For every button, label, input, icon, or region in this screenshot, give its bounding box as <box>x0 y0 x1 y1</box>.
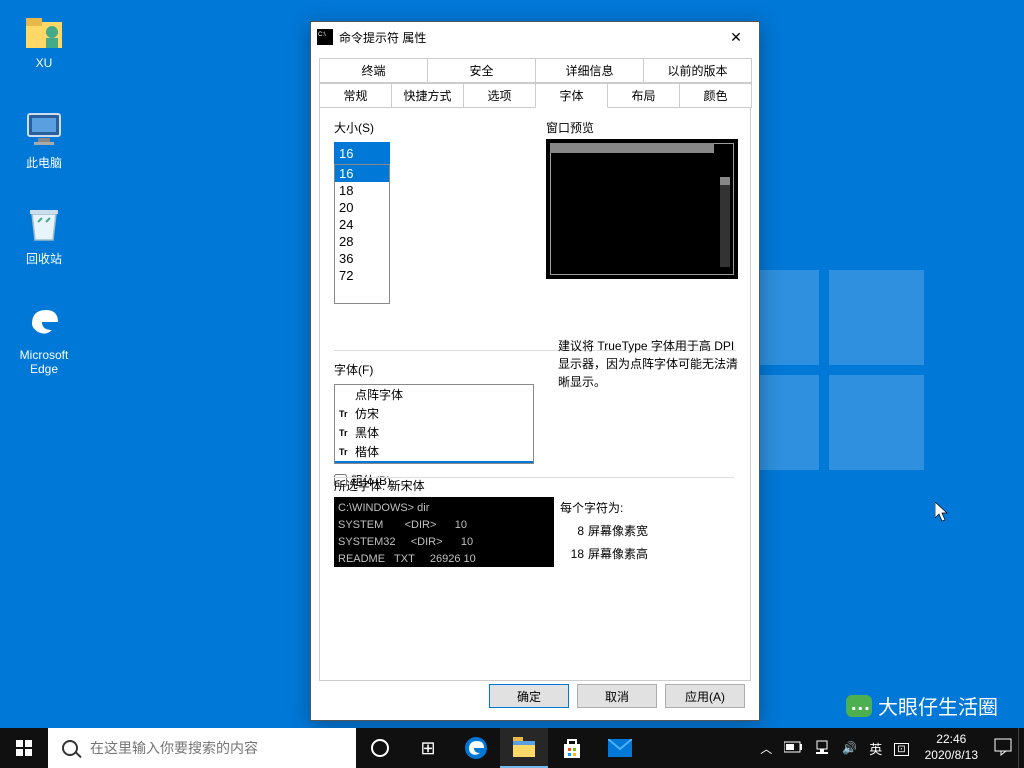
network-icon <box>814 740 830 754</box>
font-option[interactable]: Tr楷体 <box>335 442 533 461</box>
taskbar-clock[interactable]: 22:46 2020/8/13 <box>915 732 988 763</box>
taskbar-mail[interactable] <box>596 728 644 768</box>
desktop-icon-label: 回收站 <box>6 250 82 267</box>
show-desktop-button[interactable] <box>1018 728 1024 768</box>
tray-network[interactable] <box>808 740 836 757</box>
computer-icon <box>22 106 66 150</box>
size-option[interactable]: 36 <box>335 250 389 267</box>
titlebar[interactable]: 命令提示符 属性 ✕ <box>311 22 759 52</box>
tab-colors[interactable]: 颜色 <box>679 83 752 108</box>
start-button[interactable] <box>0 728 48 768</box>
task-view-icon: ⊞ <box>420 738 435 759</box>
size-option[interactable]: 28 <box>335 233 389 250</box>
size-option[interactable]: 18 <box>335 182 389 199</box>
size-listbox[interactable]: 16 18 20 24 28 36 72 <box>334 164 390 304</box>
clock-time: 22:46 <box>925 732 978 748</box>
tab-shortcut[interactable]: 快捷方式 <box>391 83 464 108</box>
search-icon <box>62 740 78 756</box>
size-option[interactable]: 20 <box>335 199 389 216</box>
ime-mode-icon: ⊡ <box>894 743 908 756</box>
tray-chevron-up[interactable]: ︿ <box>754 740 778 757</box>
desktop-icon-label: XU <box>6 56 82 70</box>
tray-volume[interactable]: 🔊 <box>836 741 863 755</box>
desktop-icon-label: 此电脑 <box>6 154 82 171</box>
tray-ime[interactable]: 英 <box>863 739 888 758</box>
tab-panel-font: 大小(S) 16 18 20 24 28 36 72 窗口预览 <box>319 107 751 681</box>
tab-font[interactable]: 字体 <box>535 83 608 108</box>
circle-icon <box>371 739 389 757</box>
tab-details[interactable]: 详细信息 <box>535 58 644 83</box>
font-option[interactable]: Tr新宋体 <box>335 461 533 464</box>
tab-previous-versions[interactable]: 以前的版本 <box>643 58 752 83</box>
notification-icon <box>994 738 1012 756</box>
taskbar-store[interactable] <box>548 728 596 768</box>
desktop-icon-edge[interactable]: Microsoft Edge <box>6 300 82 377</box>
taskbar: ⊞ ︿ 🔊 英 ⊡ 22:46 2020/8/13 <box>0 728 1024 768</box>
window-preview <box>546 139 738 279</box>
font-sample-preview: C:\WINDOWS> dir SYSTEM <DIR> 10 SYSTEM32… <box>334 497 554 567</box>
tab-row-2: 常规 快捷方式 选项 字体 布局 颜色 <box>319 83 751 108</box>
tray-battery[interactable] <box>778 741 808 756</box>
tab-container: 终端 安全 详细信息 以前的版本 常规 快捷方式 选项 字体 布局 颜色 大小(… <box>311 52 759 681</box>
tab-row-1: 终端 安全 详细信息 以前的版本 <box>319 58 751 83</box>
mouse-cursor <box>935 502 951 527</box>
cortana-button[interactable] <box>356 728 404 768</box>
mail-icon <box>608 739 632 757</box>
search-input[interactable] <box>90 740 330 756</box>
font-option[interactable]: Tr黑体 <box>335 423 533 442</box>
apply-button[interactable]: 应用(A) <box>665 684 745 708</box>
preview-label: 窗口预览 <box>546 119 594 136</box>
close-button[interactable]: ✕ <box>713 22 759 52</box>
wechat-icon <box>846 695 872 717</box>
chevron-up-icon: ︿ <box>760 742 772 756</box>
properties-dialog: 命令提示符 属性 ✕ 终端 安全 详细信息 以前的版本 常规 快捷方式 选项 字… <box>310 21 760 721</box>
size-label: 大小(S) <box>334 119 736 136</box>
char-dimensions: 每个字符为: 8屏幕像素宽 18屏幕像素高 <box>560 497 648 565</box>
font-listbox[interactable]: 点阵字体 Tr仿宋 Tr黑体 Tr楷体 Tr新宋体 <box>334 384 534 464</box>
taskbar-search[interactable] <box>48 728 356 768</box>
font-option[interactable]: Tr仿宋 <box>335 404 533 423</box>
size-option[interactable]: 24 <box>335 216 389 233</box>
desktop-icon-this-pc[interactable]: 此电脑 <box>6 106 82 171</box>
font-truetype-hint: 建议将 TrueType 字体用于高 DPI 显示器，因为点阵字体可能无法清晰显… <box>558 337 743 391</box>
cmd-icon <box>317 29 333 45</box>
clock-date: 2020/8/13 <box>925 748 978 764</box>
selected-font-label: 所选字体: 新宋体 <box>334 477 425 494</box>
size-option[interactable]: 72 <box>335 267 389 284</box>
action-center-button[interactable] <box>988 738 1018 759</box>
recycle-bin-icon <box>22 202 66 246</box>
user-folder-icon <box>22 8 66 52</box>
tray-ime-mode[interactable]: ⊡ <box>888 741 914 755</box>
tab-terminal[interactable]: 终端 <box>319 58 428 83</box>
char-info-label: 每个字符为: <box>560 497 648 520</box>
taskbar-explorer[interactable] <box>500 728 548 768</box>
desktop-icon-label: Microsoft Edge <box>6 348 82 377</box>
tab-general[interactable]: 常规 <box>319 83 392 108</box>
edge-icon <box>464 736 488 760</box>
cancel-button[interactable]: 取消 <box>577 684 657 708</box>
tab-security[interactable]: 安全 <box>427 58 536 83</box>
font-option[interactable]: 点阵字体 <box>335 385 533 404</box>
folder-icon <box>513 737 535 757</box>
taskbar-edge[interactable] <box>452 728 500 768</box>
size-input[interactable] <box>334 142 390 164</box>
desktop-icon-recycle-bin[interactable]: 回收站 <box>6 202 82 267</box>
volume-icon: 🔊 <box>842 741 857 755</box>
battery-icon <box>784 741 802 753</box>
watermark-text: 大眼仔生活圈 <box>846 691 998 720</box>
tab-options[interactable]: 选项 <box>463 83 536 108</box>
tab-layout[interactable]: 布局 <box>607 83 680 108</box>
windows-icon <box>16 740 32 756</box>
dialog-title: 命令提示符 属性 <box>339 29 713 46</box>
edge-icon <box>22 300 66 344</box>
ok-button[interactable]: 确定 <box>489 684 569 708</box>
task-view-button[interactable]: ⊞ <box>404 728 452 768</box>
dialog-buttons: 确定 取消 应用(A) <box>489 684 745 708</box>
store-icon <box>562 738 582 758</box>
size-option[interactable]: 16 <box>335 165 389 182</box>
system-tray: ︿ 🔊 英 ⊡ 22:46 2020/8/13 <box>754 728 1024 768</box>
desktop-icon-user-folder[interactable]: XU <box>6 8 82 70</box>
